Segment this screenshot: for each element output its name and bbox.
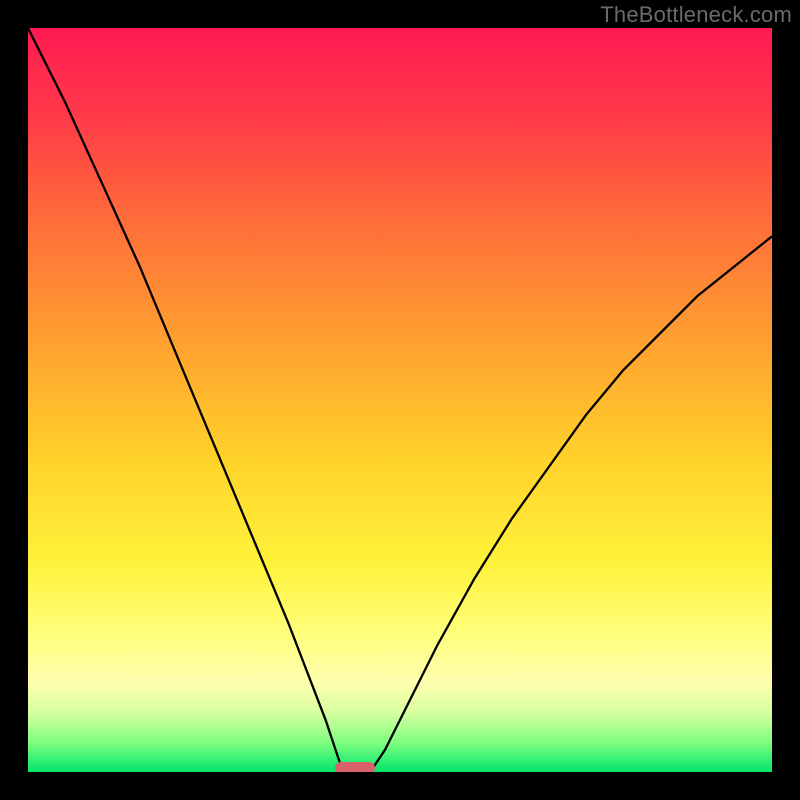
optimal-marker-pill — [335, 762, 375, 772]
gradient-background — [28, 28, 772, 772]
watermark-text: TheBottleneck.com — [600, 2, 792, 28]
chart-plot-area — [28, 28, 772, 772]
